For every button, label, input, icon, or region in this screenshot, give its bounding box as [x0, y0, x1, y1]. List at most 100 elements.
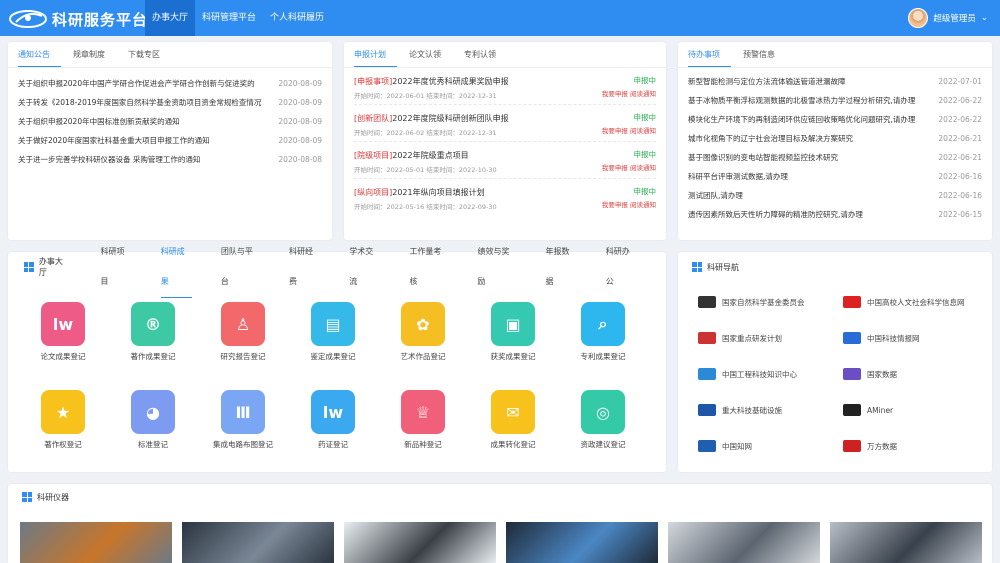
- app-tile[interactable]: ▣ 获奖成果登记: [478, 302, 548, 362]
- tab-todo[interactable]: 待办事项: [688, 42, 731, 67]
- project-item[interactable]: [申报事项]2022年度优秀科研成果奖励申报 开始时间：2022-06-01 结…: [354, 73, 656, 105]
- nav-item-resume[interactable]: 个人科研履历: [263, 0, 331, 36]
- list-item[interactable]: 关于进一步完善学校科研仪器设备 采购管理工作的通知 2020-08-08: [18, 150, 322, 169]
- project-title[interactable]: [纵向项目]2021年纵向项目填报计划: [354, 187, 485, 198]
- app-icon[interactable]: ⌕: [581, 302, 625, 346]
- app-tile[interactable]: ◕ 标准登记: [118, 390, 188, 450]
- app-label[interactable]: 著作成果登记: [118, 351, 188, 362]
- project-actions[interactable]: 我要申报 阅读通知: [602, 162, 656, 172]
- nav-link[interactable]: 国家自然科学基金委员会: [698, 288, 824, 316]
- list-item[interactable]: 测试团队,请办理 2022-06-16: [688, 186, 982, 205]
- app-tile[interactable]: ◎ 资政建议登记: [568, 390, 638, 450]
- nav-link[interactable]: 重大科技基础设施: [698, 396, 824, 424]
- todo-title[interactable]: 基于冰物质平衡浮标观测数据的北极雪冰热力学过程分析研究,请办理: [688, 91, 928, 110]
- todo-title[interactable]: 测试团队,请办理: [688, 186, 928, 205]
- nav-link[interactable]: 中国工程科技知识中心: [698, 360, 824, 388]
- app-icon[interactable]: ▤: [311, 302, 355, 346]
- instrument-photo[interactable]: [20, 522, 172, 563]
- nav-link[interactable]: 中国科技情报网: [843, 324, 969, 352]
- instrument-photo[interactable]: [182, 522, 334, 563]
- app-tile[interactable]: ✿ 艺术作品登记: [388, 302, 458, 362]
- instrument-photo[interactable]: [506, 522, 658, 563]
- instrument-photo[interactable]: [830, 522, 982, 563]
- list-item[interactable]: 城市化视角下的辽宁社会治理目标及解决方案研究 2022-06-21: [688, 129, 982, 148]
- app-tile[interactable]: ♙ 研究报告登记: [208, 302, 278, 362]
- list-item[interactable]: 关于组织申报2020年中国标准创新贡献奖的通知 2020-08-09: [18, 112, 322, 131]
- todo-title[interactable]: 城市化视角下的辽宁社会治理目标及解决方案研究: [688, 129, 928, 148]
- app-label[interactable]: 集成电路布图登记: [208, 439, 278, 450]
- app-label[interactable]: 论文成果登记: [28, 351, 98, 362]
- project-actions[interactable]: 我要申报 阅读通知: [602, 125, 656, 135]
- link-label[interactable]: 中国工程科技知识中心: [722, 369, 797, 380]
- nav-link[interactable]: AMiner: [843, 396, 969, 424]
- list-item[interactable]: 基于图像识别的变电站智能视频监控技术研究 2022-06-21: [688, 148, 982, 167]
- tab-workload[interactable]: 工作量考核: [409, 237, 448, 297]
- app-tile[interactable]: lw 论文成果登记: [28, 302, 98, 362]
- notice-title[interactable]: 关于进一步完善学校科研仪器设备 采购管理工作的通知: [18, 150, 273, 169]
- app-label[interactable]: 资政建议登记: [568, 439, 638, 450]
- tab-funds[interactable]: 科研经费: [289, 237, 320, 297]
- link-label[interactable]: 万方数据: [867, 441, 897, 452]
- notice-title[interactable]: 关于转发《2018-2019年度国家自然科学基金资助项目资金常规检查情况: [18, 93, 273, 112]
- app-icon[interactable]: lw: [41, 302, 85, 346]
- list-item[interactable]: 科研平台评审测试数据,请办理 2022-06-16: [688, 167, 982, 186]
- list-item[interactable]: 遗传因素所致后天性听力障碍的精准防控研究,请办理 2022-06-15: [688, 205, 982, 224]
- notice-title[interactable]: 关于做好2020年度国家社科基金重大项目申报工作的通知: [18, 131, 273, 150]
- list-item[interactable]: 关于做好2020年度国家社科基金重大项目申报工作的通知 2020-08-09: [18, 131, 322, 150]
- todo-title[interactable]: 遗传因素所致后天性听力障碍的精准防控研究,请办理: [688, 205, 928, 224]
- tab-office[interactable]: 科研办公: [606, 237, 637, 297]
- app-tile[interactable]: Ⅲ 集成电路布图登记: [208, 390, 278, 450]
- link-label[interactable]: AMiner: [867, 406, 893, 415]
- nav-item-management[interactable]: 科研管理平台: [195, 0, 263, 36]
- link-label[interactable]: 中国科技情报网: [867, 333, 920, 344]
- app-label[interactable]: 艺术作品登记: [388, 351, 458, 362]
- link-label[interactable]: 国家重点研发计划: [722, 333, 782, 344]
- avatar[interactable]: [908, 8, 929, 28]
- nav-link[interactable]: 国家数据: [843, 360, 969, 388]
- todo-title[interactable]: 新型智能检测与定位方法流体输送管道泄漏故障: [688, 72, 928, 91]
- project-actions[interactable]: 我要申报 阅读通知: [602, 199, 656, 209]
- app-icon[interactable]: ★: [41, 390, 85, 434]
- todo-title[interactable]: 基于图像识别的变电站智能视频监控技术研究: [688, 148, 928, 167]
- project-title[interactable]: [创新团队]2022年度院级科研创新团队申报: [354, 113, 509, 124]
- todo-title[interactable]: 科研平台评审测试数据,请办理: [688, 167, 928, 186]
- app-label[interactable]: 标准登记: [118, 439, 188, 450]
- app-label[interactable]: 著作权登记: [28, 439, 98, 450]
- tab-teams[interactable]: 团队与平台: [221, 237, 260, 297]
- project-item[interactable]: [纵向项目]2021年纵向项目填报计划 开始时间：2022-05-16 结束时间…: [354, 184, 656, 216]
- user-name[interactable]: 超级管理员: [933, 12, 976, 24]
- app-icon[interactable]: Ⅲ: [221, 390, 265, 434]
- user-menu[interactable]: 超级管理员 ⌄: [908, 8, 988, 28]
- app-icon[interactable]: ◕: [131, 390, 175, 434]
- project-title[interactable]: [院级项目]2022年院级重点项目: [354, 150, 469, 161]
- tab-rewards[interactable]: 绩效与奖励: [477, 237, 516, 297]
- tab-exchange[interactable]: 学术交流: [349, 237, 380, 297]
- project-actions[interactable]: 我要申报 阅读通知: [602, 88, 656, 98]
- tab-patent-claim[interactable]: 专利认领: [464, 42, 507, 67]
- app-label[interactable]: 研究报告登记: [208, 351, 278, 362]
- tab-paper-claim[interactable]: 论文认领: [409, 42, 452, 67]
- app-icon[interactable]: ✉: [491, 390, 535, 434]
- link-label[interactable]: 国家自然科学基金委员会: [722, 297, 805, 308]
- list-item[interactable]: 关于组织申报2020年中国产学研合作促进会产学研合作创新与促进奖的 2020-08…: [18, 74, 322, 93]
- instrument-photo[interactable]: [668, 522, 820, 563]
- project-item[interactable]: [创新团队]2022年度院级科研创新团队申报 开始时间：2022-06-02 结…: [354, 110, 656, 142]
- notice-title[interactable]: 关于组织申报2020年中国产学研合作促进会产学研合作创新与促进奖的: [18, 74, 273, 93]
- list-item[interactable]: 关于转发《2018-2019年度国家自然科学基金资助项目资金常规检查情况 2020…: [18, 93, 322, 112]
- app-tile[interactable]: ♕ 新品种登记: [388, 390, 458, 450]
- app-tile[interactable]: ★ 著作权登记: [28, 390, 98, 450]
- nav-link[interactable]: 中国高校人文社会科学信息网: [843, 288, 969, 316]
- app-tile[interactable]: ® 著作成果登记: [118, 302, 188, 362]
- app-icon[interactable]: ♙: [221, 302, 265, 346]
- app-tile[interactable]: lw 药证登记: [298, 390, 368, 450]
- instrument-photo[interactable]: [344, 522, 496, 563]
- nav-link[interactable]: 中国知网: [698, 432, 824, 460]
- app-label[interactable]: 成果转化登记: [478, 439, 548, 450]
- app-label[interactable]: 获奖成果登记: [478, 351, 548, 362]
- tab-annual[interactable]: 年报数据: [546, 237, 577, 297]
- app-label[interactable]: 鉴定成果登记: [298, 351, 368, 362]
- tab-notices[interactable]: 通知公告: [18, 42, 61, 67]
- app-icon[interactable]: ®: [131, 302, 175, 346]
- notice-title[interactable]: 关于组织申报2020年中国标准创新贡献奖的通知: [18, 112, 273, 131]
- app-label[interactable]: 新品种登记: [388, 439, 458, 450]
